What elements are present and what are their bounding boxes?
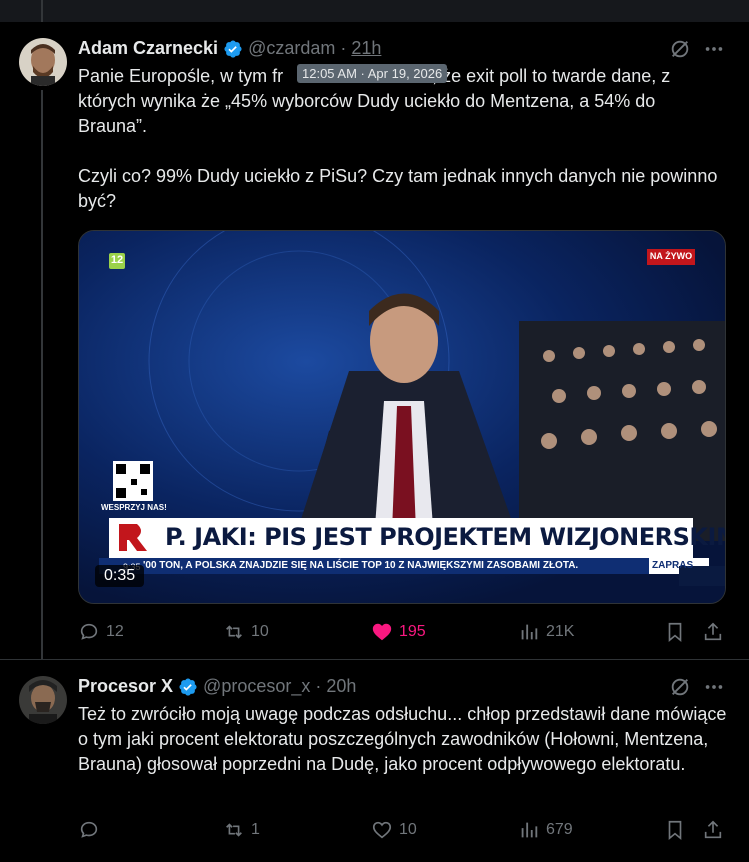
separator-dot: ·: [315, 676, 322, 696]
views-count: 679: [546, 821, 573, 838]
repost-count: 10: [251, 623, 269, 640]
thread-line: [41, 90, 43, 660]
like-count: 195: [399, 623, 426, 640]
tweet-actions: 1 10 679: [78, 818, 728, 842]
grok-icon[interactable]: [669, 38, 691, 60]
views-button[interactable]: 679: [518, 818, 573, 842]
reply-icon: [80, 623, 98, 640]
tweet-header: Procesor X @procesor_x · 20h: [78, 676, 356, 697]
repost-count: 1: [251, 821, 260, 838]
user-handle[interactable]: @procesor_x: [203, 676, 310, 697]
separator-dot: ·: [340, 38, 347, 58]
repost-icon: [226, 823, 242, 837]
tweet-header: Adam Czarnecki @czardam · 21h: [78, 38, 381, 59]
reply-icon: [80, 821, 98, 838]
video-player[interactable]: 12 NA ŻYWO WESPRZYJ NAS! P. JAKI: PIS JE…: [78, 230, 726, 604]
timestamp-link[interactable]: 21h: [351, 38, 381, 59]
more-options-icon[interactable]: [703, 38, 725, 60]
views-count: 21K: [546, 623, 575, 640]
tweet-procesor-x[interactable]: Procesor X @procesor_x · 20h Też to zwró…: [0, 659, 749, 859]
repost-button[interactable]: 1: [223, 818, 260, 842]
analytics-icon: [521, 822, 538, 838]
share-icon: [704, 820, 722, 839]
channel-badge: 12: [110, 254, 124, 266]
repost-button[interactable]: 10: [223, 620, 269, 644]
grok-icon[interactable]: [669, 676, 691, 698]
previous-tweet-actions: [0, 0, 749, 22]
tweet-text: Panie Europośle, w tym fr Pan, że exit po…: [78, 64, 728, 214]
share-button[interactable]: [702, 620, 724, 644]
tweet-text: Też to zwróciło moją uwagę podczas odsłu…: [78, 704, 727, 774]
like-button[interactable]: 10: [371, 818, 417, 842]
ticker-right: ZAPRAS: [652, 560, 694, 571]
bookmark-button[interactable]: [664, 620, 686, 644]
analytics-icon: [521, 624, 538, 640]
display-name[interactable]: Adam Czarnecki: [78, 38, 218, 59]
thread-line-top: [41, 0, 43, 22]
heart-filled-icon: [372, 623, 392, 641]
reply-button[interactable]: 12: [78, 620, 124, 644]
more-options-icon[interactable]: [703, 676, 725, 698]
qr-label: WESPRZYJ NAS!: [101, 503, 167, 512]
share-icon: [704, 622, 722, 641]
bookmark-icon: [668, 820, 682, 841]
tweet-paragraph-2: Czyli co? 99% Dudy uciekło z PiSu? Czy t…: [78, 166, 718, 211]
ticker-text: '00 TON, A POLSKA ZNAJDZIE SIĘ NA LIŚCIE…: [143, 560, 579, 571]
like-count: 10: [399, 821, 417, 838]
live-label: NA ŻYWO: [649, 251, 693, 261]
tweet-adam-czarnecki[interactable]: Adam Czarnecki @czardam · 21h Panie Euro…: [0, 22, 749, 660]
views-button[interactable]: 21K: [518, 620, 574, 644]
verified-badge-icon: [223, 39, 243, 59]
avatar[interactable]: [19, 676, 67, 724]
display-name[interactable]: Procesor X: [78, 676, 173, 697]
repost-icon: [226, 625, 242, 639]
user-handle[interactable]: @czardam: [248, 38, 335, 59]
video-duration: 0:35: [95, 565, 145, 587]
bookmark-button[interactable]: [664, 818, 686, 842]
reply-count: 12: [106, 623, 124, 640]
heart-icon: [372, 821, 392, 839]
bookmark-icon: [668, 622, 682, 643]
timestamp-tooltip: 12:05 AM · Apr 19, 2026: [297, 64, 448, 83]
reply-button[interactable]: [78, 818, 106, 842]
timestamp-link[interactable]: 20h: [326, 676, 356, 697]
avatar[interactable]: [19, 38, 67, 86]
share-button[interactable]: [702, 818, 724, 842]
tweet-actions: 12 10 195 21K: [78, 620, 728, 644]
verified-badge-icon: [178, 677, 198, 697]
headline-text: P. JAKI: PIS JEST PROJEKTEM WIZJONERSKIM: [165, 523, 726, 551]
logo-subtitle: REPUBLIKA: [109, 553, 145, 559]
like-button[interactable]: 195: [371, 620, 426, 644]
text-part: Panie Europośle, w tym fr: [78, 66, 284, 86]
